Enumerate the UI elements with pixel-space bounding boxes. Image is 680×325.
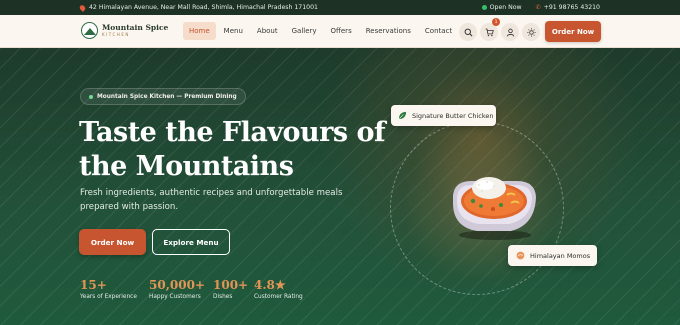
cart-count-badge: 1 xyxy=(492,18,500,26)
stat-dishes: 100+ Dishes xyxy=(213,278,254,300)
nav-about[interactable]: About xyxy=(251,22,284,40)
sun-icon xyxy=(526,27,536,37)
hero-section: Mountain Spice Kitchen — Premium Dining … xyxy=(0,48,680,325)
open-status-text: Open Now xyxy=(489,4,522,11)
cart-icon xyxy=(485,28,494,36)
explore-menu-button[interactable]: Explore Menu xyxy=(152,229,230,255)
stat-label: Dishes xyxy=(213,294,233,300)
nav-home[interactable]: Home xyxy=(183,22,216,40)
stat-customers: 50,000+ Happy Customers xyxy=(149,278,213,300)
pin-icon xyxy=(78,3,87,12)
order-now-nav-button[interactable]: Order Now xyxy=(545,21,601,42)
stat-label: Years of Experience xyxy=(80,294,137,300)
top-info-bar: 42 Himalayan Avenue, Near Mall Road, Shi… xyxy=(0,0,680,15)
phone-text: +91 98765 43210 xyxy=(543,4,600,11)
nav-menu[interactable]: Menu xyxy=(218,22,249,40)
momos-card[interactable]: Himalayan Momos xyxy=(508,245,597,266)
momos-label: Himalayan Momos xyxy=(530,251,591,260)
stat-value: 4.8★ xyxy=(254,278,286,292)
nav-links: Home Menu About Gallery Offers Reservati… xyxy=(183,22,458,40)
user-icon xyxy=(506,28,514,36)
order-now-button[interactable]: Order Now xyxy=(79,229,146,255)
curry-bowl-illustration xyxy=(453,177,536,240)
momo-icon xyxy=(516,251,525,260)
hero-tag-text: Mountain Spice Kitchen — Premium Dining xyxy=(97,93,237,100)
cart-button[interactable]: 1 xyxy=(480,18,500,41)
signature-dish-card[interactable]: Signature Butter Chicken xyxy=(391,105,496,126)
tag-dot-icon xyxy=(89,94,93,99)
leaf-icon xyxy=(398,111,407,120)
search-icon xyxy=(464,28,472,36)
brand-logo[interactable]: Mountain Spice KITCHEN xyxy=(81,22,168,39)
stat-label: Happy Customers xyxy=(149,294,201,300)
topbar-right: Open Now ✆ +91 98765 43210 xyxy=(481,4,670,11)
phone-info[interactable]: ✆ +91 98765 43210 xyxy=(536,4,600,11)
stat-experience: 15+ Years of Experience xyxy=(80,278,149,300)
hero-title-line2: the Mountains xyxy=(79,151,294,182)
brand-name: Mountain Spice xyxy=(102,23,169,33)
nav-gallery[interactable]: Gallery xyxy=(286,22,323,40)
stat-value: 50,000+ xyxy=(149,278,205,292)
open-status: Open Now xyxy=(481,4,522,11)
address-text: 42 Himalayan Avenue, Near Mall Road, Shi… xyxy=(89,4,318,11)
nav-contact[interactable]: Contact xyxy=(419,22,458,40)
hero-title-line1: Taste the Flavours of xyxy=(79,117,386,148)
signature-dish-label: Signature Butter Chicken xyxy=(412,111,494,120)
open-dot-icon xyxy=(481,5,487,10)
stats-row: 15+ Years of Experience 50,000+ Happy Cu… xyxy=(80,278,324,300)
stat-rating: 4.8★ Customer Rating xyxy=(254,278,324,300)
brand-text: Mountain Spice KITCHEN xyxy=(102,24,168,37)
hero-title: Taste the Flavours of the Mountains xyxy=(79,116,399,184)
stat-value: 15+ xyxy=(80,278,107,292)
nav-icon-group: 1 xyxy=(459,18,540,41)
stat-value: 100+ xyxy=(213,278,249,292)
navbar: Mountain Spice KITCHEN Home Menu About G… xyxy=(0,15,680,48)
search-button[interactable] xyxy=(459,23,477,41)
hero-subtitle: Fresh ingredients, authentic recipes and… xyxy=(80,188,343,212)
brand-sub: KITCHEN xyxy=(102,31,130,37)
theme-toggle-button[interactable] xyxy=(522,23,540,41)
address-info: 42 Himalayan Avenue, Near Mall Road, Shi… xyxy=(78,3,318,12)
account-button[interactable] xyxy=(501,23,519,41)
mountain-logo-icon xyxy=(81,22,98,39)
phone-icon: ✆ xyxy=(535,4,541,11)
nav-reservations[interactable]: Reservations xyxy=(360,22,417,40)
stat-label: Customer Rating xyxy=(254,294,303,300)
nav-offers[interactable]: Offers xyxy=(325,22,358,40)
hero-tag-pill: Mountain Spice Kitchen — Premium Dining xyxy=(80,88,246,105)
